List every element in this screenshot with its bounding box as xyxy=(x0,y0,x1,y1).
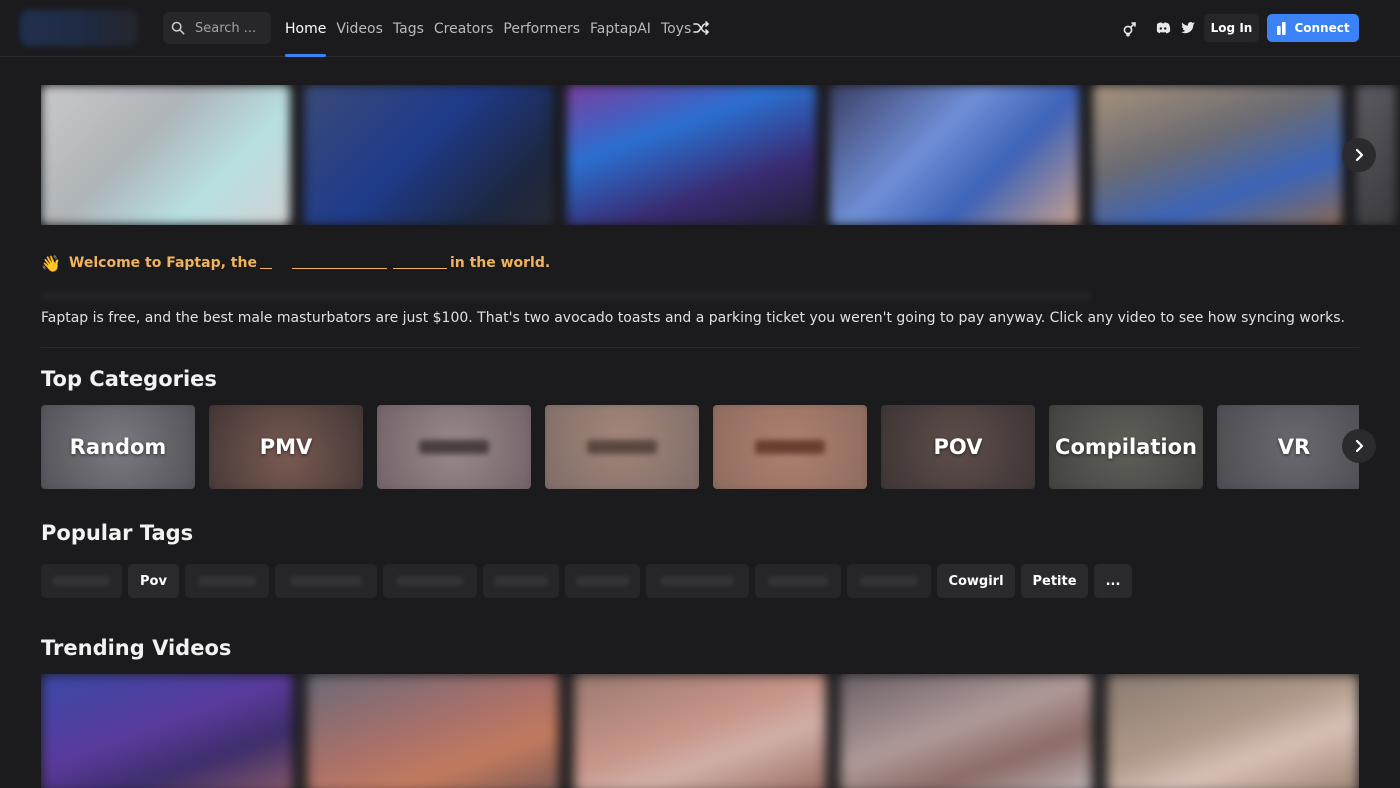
featured-thumbnail[interactable] xyxy=(1093,85,1342,225)
category-label: Random xyxy=(69,435,167,459)
intro-paragraph: Faptap is free, and the best male mastur… xyxy=(41,310,1346,326)
category-label: VR xyxy=(1277,435,1311,459)
login-button[interactable]: Log In xyxy=(1204,14,1259,42)
tag-chip[interactable] xyxy=(755,564,841,598)
tag-chip[interactable] xyxy=(383,564,477,598)
category-label: POV xyxy=(933,435,983,459)
nav-performers[interactable]: Performers xyxy=(503,0,580,57)
tag-chip[interactable] xyxy=(565,564,640,598)
video-thumbnail[interactable] xyxy=(574,674,826,788)
section-divider xyxy=(41,347,1359,348)
featured-thumbnail[interactable] xyxy=(304,85,553,225)
trending-row xyxy=(41,674,1359,788)
tag-chip[interactable]: Cowgirl xyxy=(937,564,1015,598)
blurred-text-line xyxy=(41,291,1091,301)
nav-videos[interactable]: Videos xyxy=(336,0,383,57)
category-card[interactable]: PMV xyxy=(209,405,363,489)
tag-chip[interactable]: Pov xyxy=(128,564,179,598)
category-card[interactable]: POV xyxy=(881,405,1035,489)
tag-chip[interactable] xyxy=(185,564,269,598)
category-card[interactable] xyxy=(713,405,867,489)
trending-title: Trending Videos xyxy=(41,636,232,660)
categories-next-button[interactable] xyxy=(1342,429,1376,463)
categories-title: Top Categories xyxy=(41,367,217,391)
tag-chip[interactable] xyxy=(41,564,122,598)
category-card[interactable]: Random xyxy=(41,405,195,489)
main-nav: Home Videos Tags Creators Performers Fap… xyxy=(285,0,701,57)
tag-chip[interactable] xyxy=(646,564,749,598)
connect-label: Connect xyxy=(1294,21,1350,35)
category-label: Compilation xyxy=(1055,435,1197,459)
category-label: PMV xyxy=(259,435,313,459)
video-thumbnail[interactable] xyxy=(307,674,559,788)
shuffle-icon[interactable] xyxy=(692,19,710,37)
tag-chip[interactable] xyxy=(483,564,559,598)
categories-row: Random PMV POV Compilation VR xyxy=(41,405,1359,489)
featured-thumbnail[interactable] xyxy=(567,85,816,225)
featured-thumbnail[interactable] xyxy=(830,85,1079,225)
featured-thumbnail[interactable] xyxy=(41,85,290,225)
featured-next-button[interactable] xyxy=(1342,138,1376,172)
tag-chip[interactable] xyxy=(275,564,377,598)
more-tags-button[interactable]: ... xyxy=(1094,564,1132,598)
nav-faptapai[interactable]: FaptapAI xyxy=(590,0,651,57)
chevron-right-icon xyxy=(1355,439,1364,453)
discord-icon[interactable] xyxy=(1154,19,1172,37)
nav-home[interactable]: Home xyxy=(285,0,327,57)
welcome-banner: 👋 Welcome to Faptap, the in the world. xyxy=(41,253,550,273)
featured-carousel xyxy=(41,85,1400,225)
video-thumbnail[interactable] xyxy=(840,674,1092,788)
category-label-hidden xyxy=(419,440,489,454)
category-card[interactable] xyxy=(377,405,531,489)
twitter-icon[interactable] xyxy=(1179,19,1197,37)
wave-emoji: 👋 xyxy=(41,253,61,273)
search-input[interactable] xyxy=(195,20,269,36)
tag-chip[interactable] xyxy=(847,564,931,598)
category-label-hidden xyxy=(587,440,657,454)
search-icon xyxy=(171,21,185,35)
category-card[interactable]: VR xyxy=(1217,405,1359,489)
gender-icon[interactable] xyxy=(1121,19,1139,37)
nav-creators[interactable]: Creators xyxy=(434,0,494,57)
device-icon xyxy=(1277,21,1287,35)
redacted-blank xyxy=(392,257,447,269)
nav-toys[interactable]: Toys xyxy=(661,0,691,57)
tags-title: Popular Tags xyxy=(41,521,194,545)
top-navbar: Home Videos Tags Creators Performers Fap… xyxy=(0,0,1400,57)
category-label-hidden xyxy=(755,440,825,454)
chevron-right-icon xyxy=(1355,148,1364,162)
nav-tags[interactable]: Tags xyxy=(393,0,424,57)
video-thumbnail[interactable] xyxy=(1107,674,1359,788)
redacted-blank xyxy=(259,257,272,269)
welcome-prefix: Welcome to Faptap, the xyxy=(68,255,257,271)
category-card[interactable]: Compilation xyxy=(1049,405,1203,489)
redacted-blank xyxy=(291,257,387,269)
site-logo[interactable] xyxy=(20,10,138,46)
video-thumbnail[interactable] xyxy=(41,674,293,788)
search-box[interactable] xyxy=(163,12,271,44)
connect-button[interactable]: Connect xyxy=(1267,14,1359,42)
welcome-suffix: in the world. xyxy=(449,255,551,271)
tag-chip[interactable]: Petite xyxy=(1021,564,1088,598)
category-card[interactable] xyxy=(545,405,699,489)
